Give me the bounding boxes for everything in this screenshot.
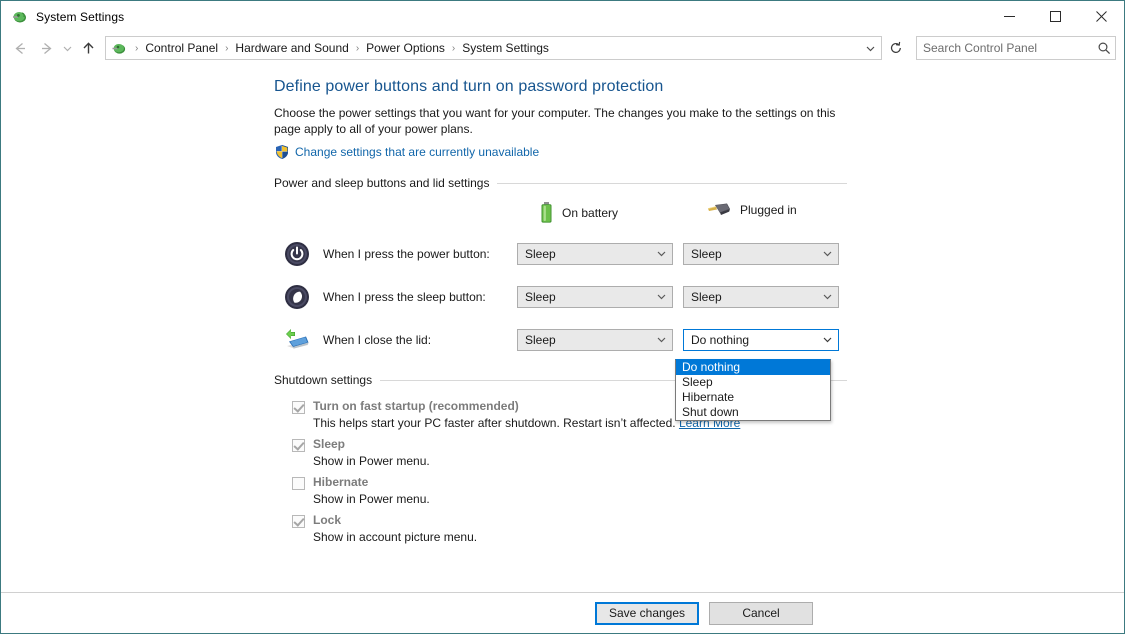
chevron-down-icon: [816, 291, 838, 302]
table-row: When I close the lid: Sleep Do nothing: [274, 318, 1124, 361]
power-options-icon: [11, 8, 28, 25]
power-settings-rows: When I press the power button: Sleep Sle…: [274, 232, 1124, 361]
dropdown-option-shut-down[interactable]: Shut down: [676, 405, 830, 420]
combo-power-button-plugged-in[interactable]: Sleep: [683, 242, 839, 265]
table-row: When I press the sleep button: Sleep Sle…: [274, 275, 1124, 318]
window-title: System Settings: [36, 9, 125, 24]
change-settings-link[interactable]: Change settings that are currently unava…: [295, 145, 539, 159]
row-label-close-lid: When I close the lid:: [323, 332, 432, 347]
close-icon[interactable]: [1078, 1, 1124, 32]
power-lid-group-header: Power and sleep buttons and lid settings: [274, 176, 847, 190]
power-lid-group-label: Power and sleep buttons and lid settings: [274, 176, 490, 190]
checkbox-sleep[interactable]: [292, 439, 305, 452]
checkbox-row-sleep[interactable]: Sleep: [292, 437, 1124, 452]
list-item: Hibernate Show in Power menu.: [274, 475, 1124, 506]
caption-button-group: [986, 1, 1124, 32]
dropdown-option-sleep[interactable]: Sleep: [676, 375, 830, 390]
laptop-lid-icon: [284, 327, 310, 353]
power-button-icon: [284, 241, 310, 267]
checkbox-label-fast-startup: Turn on fast startup (recommended): [313, 399, 519, 413]
uac-shield-icon: [274, 144, 290, 160]
column-header-on-battery: On battery: [539, 202, 618, 224]
minimize-icon[interactable]: [986, 1, 1032, 32]
chevron-down-icon: [816, 248, 838, 259]
page-title: Define power buttons and turn on passwor…: [274, 78, 664, 95]
combo-power-button-on-battery[interactable]: Sleep: [517, 242, 673, 265]
battery-icon: [539, 202, 554, 224]
chevron-down-icon: [650, 291, 672, 302]
dropdown-option-do-nothing[interactable]: Do nothing: [676, 360, 830, 375]
breadcrumb[interactable]: › Control Panel › Hardware and Sound › P…: [105, 36, 882, 60]
refresh-icon[interactable]: [884, 36, 908, 60]
breadcrumb-separator: ›: [135, 42, 139, 54]
address-bar: › Control Panel › Hardware and Sound › P…: [1, 32, 1124, 64]
group-divider: [497, 182, 847, 184]
page-description: Choose the power settings that you want …: [274, 106, 836, 136]
checkbox-label-sleep: Sleep: [313, 437, 346, 451]
column-headers: On battery Plugged in: [274, 202, 1124, 228]
maximize-icon[interactable]: [1032, 1, 1078, 32]
checkbox-hibernate[interactable]: [292, 477, 305, 490]
row-label-power-button: When I press the power button:: [323, 246, 490, 261]
chevron-down-icon[interactable]: [859, 37, 881, 59]
checkbox-description-hibernate: Show in Power menu.: [313, 492, 430, 506]
chevron-down-icon: [816, 334, 838, 345]
breadcrumb-item-power-options[interactable]: Power Options: [363, 41, 448, 55]
up-arrow-icon[interactable]: [75, 35, 101, 61]
breadcrumb-item-system-settings[interactable]: System Settings: [459, 41, 552, 55]
combo-sleep-button-plugged-in[interactable]: Sleep: [683, 285, 839, 308]
checkbox-row-hibernate[interactable]: Hibernate: [292, 475, 1124, 490]
system-settings-window: System Settings › Control Panel › Hardwa…: [0, 0, 1125, 634]
checkbox-description-sleep: Show in Power menu.: [313, 454, 430, 468]
search-icon[interactable]: [1093, 41, 1115, 55]
chevron-down-icon: [650, 248, 672, 259]
cancel-button[interactable]: Cancel: [709, 601, 813, 625]
checkbox-row-lock[interactable]: Lock: [292, 513, 1124, 528]
row-label-sleep-button: When I press the sleep button:: [323, 289, 486, 304]
forward-arrow-icon[interactable]: [33, 35, 59, 61]
combo-value: Sleep: [525, 246, 556, 261]
checkbox-label-lock: Lock: [313, 513, 342, 527]
combo-close-lid-plugged-in[interactable]: Do nothing: [683, 328, 839, 351]
list-item: Lock Show in account picture menu.: [274, 513, 1124, 544]
chevron-down-icon: [650, 334, 672, 345]
combo-value: Do nothing: [691, 332, 750, 347]
checkbox-lock[interactable]: [292, 515, 305, 528]
combo-close-lid-on-battery[interactable]: Sleep: [517, 328, 673, 351]
main-content: Define power buttons and turn on passwor…: [1, 64, 1124, 593]
checkbox-label-hibernate: Hibernate: [313, 475, 369, 489]
search-input[interactable]: [917, 41, 1093, 55]
column-header-plugged-in: Plugged in: [706, 202, 797, 218]
title-bar: System Settings: [1, 1, 1124, 32]
breadcrumb-separator: ›: [355, 42, 360, 54]
breadcrumb-item-control-panel[interactable]: Control Panel: [142, 41, 221, 55]
combo-sleep-button-on-battery[interactable]: Sleep: [517, 285, 673, 308]
combo-value: Sleep: [525, 289, 556, 304]
back-arrow-icon[interactable]: [7, 35, 33, 61]
shutdown-group-label: Shutdown settings: [274, 373, 373, 387]
checkbox-description-lock: Show in account picture menu.: [313, 530, 478, 544]
checkbox-fast-startup[interactable]: [292, 401, 305, 414]
change-settings-row[interactable]: Change settings that are currently unava…: [274, 144, 1124, 160]
combo-value: Sleep: [691, 289, 722, 304]
list-item: Sleep Show in Power menu.: [274, 437, 1124, 468]
breadcrumb-separator: ›: [225, 42, 229, 54]
combo-value: Sleep: [525, 332, 556, 347]
table-row: When I press the power button: Sleep Sle…: [274, 232, 1124, 275]
power-plug-icon: [706, 202, 732, 218]
recent-pages-icon[interactable]: [59, 35, 75, 61]
footer-bar: Save changes Cancel: [1, 592, 1124, 633]
description-text: This helps start your PC faster after sh…: [313, 416, 676, 430]
sleep-button-icon: [284, 284, 310, 310]
dropdown-list-close-lid-plugged-in[interactable]: Do nothing Sleep Hibernate Shut down: [675, 359, 831, 421]
combo-value: Sleep: [691, 246, 722, 261]
dropdown-option-hibernate[interactable]: Hibernate: [676, 390, 830, 405]
search-input-container[interactable]: [916, 36, 1116, 60]
breadcrumb-separator: ›: [451, 42, 456, 54]
save-changes-button[interactable]: Save changes: [595, 601, 699, 625]
column-label-plugged-in: Plugged in: [740, 203, 797, 217]
column-label-on-battery: On battery: [562, 206, 619, 220]
breadcrumb-power-icon: [111, 40, 127, 56]
breadcrumb-item-hardware-and-sound[interactable]: Hardware and Sound: [232, 41, 351, 55]
